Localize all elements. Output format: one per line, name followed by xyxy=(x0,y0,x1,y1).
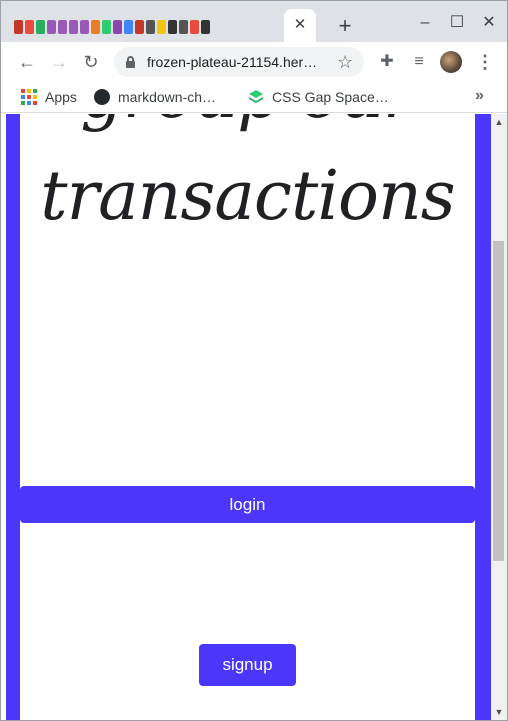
tab-favicon-icon[interactable] xyxy=(178,18,189,36)
lock-icon[interactable] xyxy=(126,56,135,68)
tab-favicon-icon[interactable] xyxy=(200,18,211,36)
tab-favicon-icon[interactable] xyxy=(189,18,200,36)
tab-favicon-icon[interactable] xyxy=(90,18,101,36)
signup-button[interactable]: signup xyxy=(199,644,296,686)
tab-favicon-icon[interactable] xyxy=(13,18,24,36)
scroll-thumb[interactable] xyxy=(493,241,504,561)
bookmark-label: markdown-ch… xyxy=(118,89,217,105)
right-accent-bar xyxy=(475,114,491,720)
page-scrollbar[interactable]: ▲ ▼ xyxy=(491,114,507,720)
login-button[interactable]: login xyxy=(20,486,475,523)
bookmark-label: Apps xyxy=(45,89,77,105)
close-window-button[interactable]: ✕ xyxy=(478,13,500,33)
tab-favicon-icon[interactable] xyxy=(134,18,145,36)
bookmark-markdown[interactable]: markdown-ch… xyxy=(94,87,216,107)
tab-close-icon[interactable]: ✕ xyxy=(293,17,307,32)
tab-favicon-icon[interactable] xyxy=(35,18,46,36)
browser-menu-icon[interactable]: ⋮ xyxy=(476,51,494,73)
browser-window: ✕ + – ☐ ✕ ← → ↻ frozen-plateau-21154.her… xyxy=(0,0,508,721)
tab-strip: ✕ + – ☐ ✕ xyxy=(1,1,507,42)
media-control-icon[interactable]: ≡ xyxy=(408,51,430,73)
back-button[interactable]: ← xyxy=(15,50,39,74)
address-bar[interactable]: frozen-plateau-21154.her… ☆ xyxy=(114,47,364,77)
bookmark-label: CSS Gap Space… xyxy=(272,89,389,105)
scroll-up-icon[interactable]: ▲ xyxy=(491,114,507,130)
bookmark-css-gap[interactable]: CSS Gap Space… xyxy=(248,87,389,107)
scroll-down-icon[interactable]: ▼ xyxy=(491,704,507,720)
tab-favicon-icon[interactable] xyxy=(145,18,156,36)
minimize-button[interactable]: – xyxy=(414,13,436,33)
tab-favicon-icon[interactable] xyxy=(101,18,112,36)
tab-favicon-icon[interactable] xyxy=(123,18,134,36)
new-tab-button[interactable]: + xyxy=(335,15,355,37)
tab-favicon-icon[interactable] xyxy=(24,18,35,36)
bookmarks-bar: Apps markdown-ch… CSS Gap Space… » xyxy=(1,81,507,113)
github-icon xyxy=(94,89,110,105)
tab-favicon-icon[interactable] xyxy=(46,18,57,36)
reload-button[interactable]: ↻ xyxy=(79,50,103,74)
page-heading: group our transactions xyxy=(20,114,475,248)
maximize-button[interactable]: ☐ xyxy=(446,13,468,33)
more-bookmarks-icon[interactable]: » xyxy=(475,87,484,105)
left-accent-bar xyxy=(6,114,20,720)
browser-toolbar: ← → ↻ frozen-plateau-21154.her… ☆ ✚ ≡ ⋮ xyxy=(1,42,507,81)
profile-avatar[interactable] xyxy=(440,51,462,73)
tab-favicons xyxy=(13,18,211,36)
tab-favicon-icon[interactable] xyxy=(57,18,68,36)
tab-favicon-icon[interactable] xyxy=(156,18,167,36)
tab-favicon-icon[interactable] xyxy=(68,18,79,36)
tab-favicon-icon[interactable] xyxy=(167,18,178,36)
heading-line-2: transactions xyxy=(40,157,455,236)
tab-favicon-icon[interactable] xyxy=(112,18,123,36)
bookmark-star-icon[interactable]: ☆ xyxy=(337,51,353,73)
active-tab[interactable]: ✕ xyxy=(284,9,316,42)
heading-line-1: group our xyxy=(20,114,475,146)
url-text[interactable]: frozen-plateau-21154.her… xyxy=(147,54,327,70)
page-viewport: group our transactions login signup xyxy=(1,114,491,720)
extensions-icon[interactable]: ✚ xyxy=(376,51,398,73)
forward-button[interactable]: → xyxy=(47,50,71,74)
apps-grid-icon xyxy=(21,89,37,105)
bookmark-apps[interactable]: Apps xyxy=(21,87,77,107)
tab-favicon-icon[interactable] xyxy=(79,18,90,36)
css-gap-icon xyxy=(248,89,264,105)
